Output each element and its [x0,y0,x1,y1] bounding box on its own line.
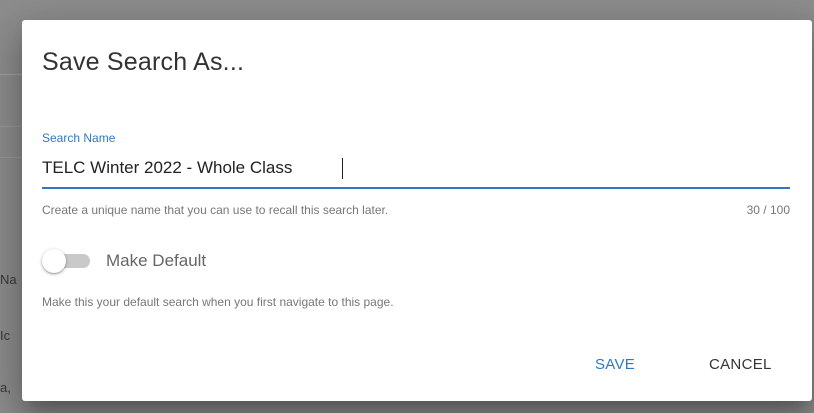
search-name-label: Search Name [42,131,116,145]
background-text-fragment: a, [0,380,11,395]
background-text-fragment: Na [0,272,17,287]
toggle-knob [42,249,66,273]
save-button[interactable]: SAVE [585,347,645,383]
dialog-title: Save Search As... [42,48,245,76]
save-search-dialog: Save Search As... Search Name Create a u… [22,20,812,401]
cancel-button[interactable]: CANCEL [699,347,782,383]
text-cursor [342,158,343,179]
background-text-fragment: Ic [0,328,11,343]
search-name-input[interactable] [42,154,790,182]
search-name-underline [42,187,790,189]
make-default-label[interactable]: Make Default [106,249,206,273]
search-name-hint: Create a unique name that you can use to… [42,203,389,217]
make-default-toggle[interactable] [42,249,94,273]
character-counter: 30 / 100 [746,203,790,217]
make-default-hint: Make this your default search when you f… [42,295,394,309]
